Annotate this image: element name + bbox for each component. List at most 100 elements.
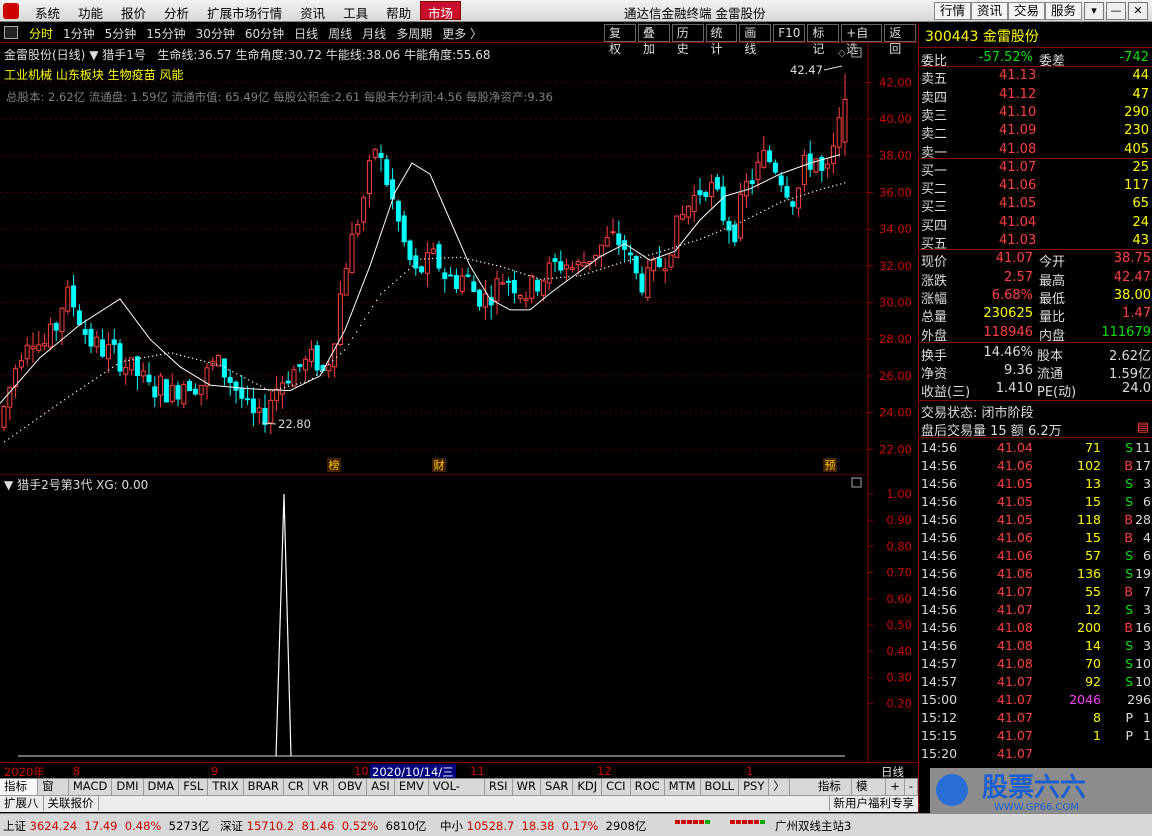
- life-line-dot: [228, 369, 230, 371]
- tick-count: 4: [1143, 530, 1151, 546]
- menu-help[interactable]: 帮助: [377, 3, 420, 22]
- index-zx[interactable]: 中小 10528.7 18.38 0.17% 2908亿: [440, 818, 646, 834]
- tab-mtm[interactable]: MTM: [665, 779, 701, 795]
- menu-quote[interactable]: 报价: [112, 3, 155, 22]
- menu-tools[interactable]: 工具: [334, 3, 377, 22]
- related-quote-tab[interactable]: 关联报价: [44, 796, 99, 811]
- service-tab-button[interactable]: 服务: [1045, 2, 1083, 20]
- tab-window[interactable]: 窗口: [38, 779, 69, 808]
- template-button[interactable]: 模 板: [852, 779, 887, 808]
- sector-tags[interactable]: 工业机械 山东板块 生物疫苗 风能: [4, 66, 183, 83]
- menu-analysis[interactable]: 分析: [155, 3, 198, 22]
- close-icon[interactable]: ✕: [1128, 2, 1148, 20]
- index-sh[interactable]: 上证 3624.24 17.49 0.48% 5273亿: [3, 818, 209, 834]
- tick-row: 14:56 41.05 118 B 28: [919, 511, 1152, 529]
- tool-draw-button[interactable]: 画线: [739, 24, 772, 56]
- tab-asi[interactable]: ASI: [367, 779, 395, 795]
- menu-function[interactable]: 功能: [69, 3, 112, 22]
- chart-tools: 复权 叠加 历史 统计 画线 F10 标记 +自选 返回: [604, 24, 918, 56]
- after-hours-detail-icon[interactable]: ▤: [1137, 420, 1149, 435]
- market-button[interactable]: 市场: [420, 1, 462, 21]
- tab-1min[interactable]: 1分钟: [58, 25, 100, 42]
- tick-volume: 55: [1085, 584, 1101, 600]
- tab-more[interactable]: 更多 〉: [437, 25, 487, 42]
- menu-system[interactable]: 系统: [26, 3, 69, 22]
- tick-time: 14:56: [921, 548, 958, 564]
- indicator-dropdown-icon[interactable]: ▼: [4, 478, 13, 492]
- tool-f10-button[interactable]: F10: [773, 24, 806, 42]
- formula-dropdown-icon[interactable]: ▼: [89, 48, 98, 62]
- tab-vol-tdx[interactable]: VOL-TDX: [429, 779, 485, 808]
- tab-cci[interactable]: CCI: [602, 779, 631, 795]
- ask-volume: 47: [1132, 86, 1149, 102]
- maximize-pane-icon[interactable]: [851, 47, 862, 58]
- info-row: 换手 14.46% 股本 2.62亿: [919, 344, 1152, 364]
- tool-mark-button[interactable]: 标记: [807, 24, 840, 56]
- tab-kdj[interactable]: KDJ: [573, 779, 603, 795]
- tab-dma[interactable]: DMA: [144, 779, 180, 795]
- tab-fsl[interactable]: FSL: [179, 779, 209, 795]
- tab-daily[interactable]: 日线: [289, 25, 323, 42]
- indicator-name[interactable]: 猎手2号第3代 XG: 0.00: [17, 478, 148, 492]
- tool-back-button[interactable]: 返回: [884, 24, 917, 56]
- tab-cr[interactable]: CR: [284, 779, 309, 795]
- candlestick-chart[interactable]: 42.00 40.00 38.00 36.00 34.00 32.00 30.00 28.00…: [0, 44, 918, 474]
- tab-psy[interactable]: PSY: [739, 779, 770, 795]
- tab-roc[interactable]: ROC: [631, 779, 665, 795]
- window-toggle-icon[interactable]: [4, 26, 18, 39]
- remove-window-button[interactable]: -: [905, 779, 918, 795]
- new-user-promo-link[interactable]: 新用户福利专享: [828, 796, 919, 811]
- menu-toggle-icon[interactable]: ▾: [1084, 2, 1104, 20]
- tab-monthly[interactable]: 月线: [357, 25, 391, 42]
- menu-info[interactable]: 资讯: [291, 3, 334, 22]
- tab-60min[interactable]: 60分钟: [240, 25, 289, 42]
- event-marker-label[interactable]: 财: [434, 458, 445, 472]
- trade-tab-button[interactable]: 交易: [1008, 2, 1046, 20]
- tab-multi-period[interactable]: 多周期: [391, 25, 437, 42]
- server-name[interactable]: 广州双线主站3: [775, 818, 851, 834]
- chart-formula-name[interactable]: 猎手1号: [102, 48, 146, 62]
- tab-weekly[interactable]: 周线: [323, 25, 357, 42]
- tab-boll[interactable]: BOLL: [701, 779, 740, 795]
- life-line-dot: [640, 256, 642, 258]
- candle-body: [680, 213, 686, 220]
- tab-15min[interactable]: 15分钟: [141, 25, 190, 42]
- tab-indicator-b[interactable]: 指标B: [814, 779, 853, 808]
- tool-add-watchlist-button[interactable]: +自选: [841, 24, 883, 56]
- tab-emv[interactable]: EMV: [395, 779, 429, 795]
- tab-trix[interactable]: TRIX: [208, 779, 244, 795]
- indicator-chart[interactable]: 1.00 0.90 0.80 0.70 0.60 0.50 0.40 0.30 0.20: [0, 474, 918, 762]
- tab-indicator-a[interactable]: 指标A: [0, 779, 39, 808]
- tab-vr[interactable]: VR: [309, 779, 334, 795]
- tab-brar[interactable]: BRAR: [244, 779, 284, 795]
- maximize-subpane-icon[interactable]: [851, 477, 862, 488]
- index-sz[interactable]: 深证 15710.2 81.46 0.52% 6810亿: [220, 818, 426, 834]
- tab-macd[interactable]: MACD: [69, 779, 113, 795]
- info-tab-button[interactable]: 资讯: [971, 2, 1009, 20]
- tool-overlay-button[interactable]: 叠加: [637, 24, 670, 56]
- chart-corner-icon[interactable]: ◇: [838, 48, 846, 59]
- event-marker-label[interactable]: 预: [825, 459, 836, 472]
- tab-sar[interactable]: SAR: [541, 779, 574, 795]
- tool-history-button[interactable]: 历史: [671, 24, 704, 56]
- minimize-icon[interactable]: —: [1106, 2, 1126, 20]
- chart-stock-name: 金雷股份(日线): [4, 48, 86, 62]
- tool-stats-button[interactable]: 统计: [705, 24, 738, 56]
- tab-intraday[interactable]: 分时: [24, 25, 58, 42]
- event-marker-label[interactable]: 榜: [329, 458, 340, 472]
- tab-5min[interactable]: 5分钟: [100, 25, 142, 42]
- tool-adjust-button[interactable]: 复权: [604, 24, 636, 56]
- tab-rsi[interactable]: RSI: [485, 779, 513, 795]
- candle-body: [366, 160, 372, 195]
- ext-tab-8[interactable]: 扩展八: [0, 796, 44, 811]
- tab-more-indicators[interactable]: 〉: [769, 779, 790, 795]
- menu-extended[interactable]: 扩展市场行情: [198, 3, 291, 22]
- tick-volume: 92: [1085, 674, 1101, 690]
- tab-dmi[interactable]: DMI: [112, 779, 144, 795]
- time-label-8: 8: [73, 764, 81, 778]
- quote-tab-button[interactable]: 行情: [934, 2, 972, 20]
- add-window-button[interactable]: +: [886, 779, 905, 795]
- tab-wr[interactable]: WR: [513, 779, 541, 795]
- tab-30min[interactable]: 30分钟: [191, 25, 240, 42]
- tab-obv[interactable]: OBV: [334, 779, 368, 795]
